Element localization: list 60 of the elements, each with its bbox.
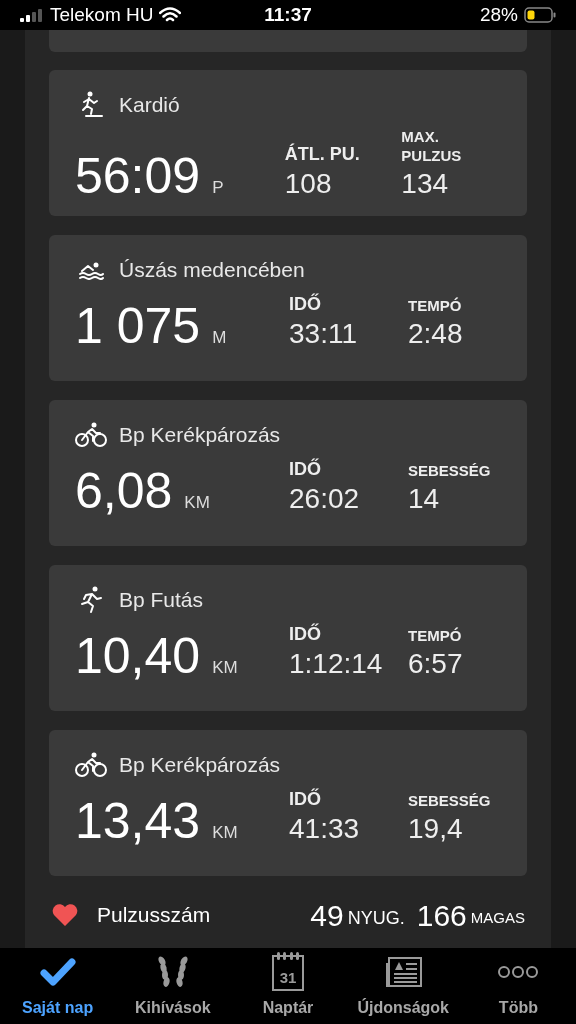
checkmark-icon — [39, 957, 76, 987]
stat-label: IDŐ — [289, 788, 322, 811]
high-label: MAGAS — [470, 907, 525, 928]
calendar-icon: 31 — [272, 955, 304, 991]
stat-label: IDŐ — [289, 458, 322, 481]
activity-title: Bp Kerékpározás — [119, 422, 281, 449]
stat-label: MAX. PULZUS — [401, 128, 463, 166]
signal-icon — [20, 8, 44, 22]
tab-bar-item[interactable]: Kihívások — [115, 948, 231, 1024]
activity-title: Bp Kerékpározás — [119, 752, 281, 779]
clock: 11:37 — [264, 2, 312, 27]
high-heart-rate: 166 — [416, 897, 467, 934]
activity-value: 1 075 — [75, 300, 201, 351]
wifi-icon — [159, 7, 182, 23]
tab-bar-item[interactable]: 31 Naptár — [230, 948, 346, 1024]
stat-value: 26:02 — [289, 481, 361, 516]
activity-unit: P — [212, 176, 224, 199]
tab-bar-item[interactable]: Újdonságok — [345, 948, 461, 1024]
heart-icon — [51, 903, 79, 927]
activity-unit: M — [212, 326, 227, 349]
activity-value: 10,40 — [75, 630, 201, 681]
activity-unit: KM — [184, 491, 210, 514]
newspaper-icon — [383, 955, 424, 989]
carrier-name: Telekom HU — [50, 2, 154, 27]
battery-percentage: 28% — [480, 2, 518, 27]
swimmer-icon — [78, 260, 104, 280]
stat-label: ÁTL. PU. — [284, 143, 361, 166]
stat-value: 33:11 — [289, 316, 358, 351]
stat-label: TEMPÓ — [408, 296, 463, 316]
stat-label: TEMPÓ — [408, 626, 463, 646]
stat-value: 14 — [408, 481, 441, 516]
stat-value: 134 — [401, 166, 450, 201]
activity-title: Úszás medencében — [119, 257, 305, 284]
stat-value: 19,4 — [408, 811, 464, 846]
resting-label: NYUG. — [347, 906, 405, 930]
tab-bar-item[interactable]: Több — [460, 948, 576, 1024]
stat-value: 41:33 — [289, 811, 361, 846]
heart-rate-label: Pulzusszám — [97, 902, 212, 929]
activity-title: Bp Futás — [119, 587, 204, 614]
stat-value: 2:48 — [408, 316, 463, 351]
stat-label: IDŐ — [289, 623, 322, 646]
activity-value: 13,43 — [75, 795, 201, 846]
stat-value: 6:57 — [408, 646, 463, 681]
stat-label: SEBESSÉG — [408, 461, 491, 481]
activity-unit: KM — [212, 656, 238, 679]
bicycle-icon — [75, 752, 107, 778]
stat-label: IDŐ — [289, 293, 322, 316]
stat-value: 108 — [284, 166, 333, 201]
bicycle-icon — [75, 422, 107, 448]
activity-value: 6,08 — [75, 465, 173, 516]
stat-value: 1:12:14 — [289, 646, 384, 681]
more-icon — [498, 965, 539, 979]
stat-label: SEBESSÉG — [408, 791, 491, 811]
activity-unit: KM — [212, 821, 238, 844]
runner-icon — [78, 586, 104, 614]
battery-icon — [524, 7, 556, 23]
resting-heart-rate: 49 — [310, 897, 344, 934]
tab-bar-item[interactable]: Saját nap — [0, 948, 116, 1024]
activity-value: 56:09 — [75, 150, 201, 201]
activity-title: Kardió — [119, 92, 180, 119]
